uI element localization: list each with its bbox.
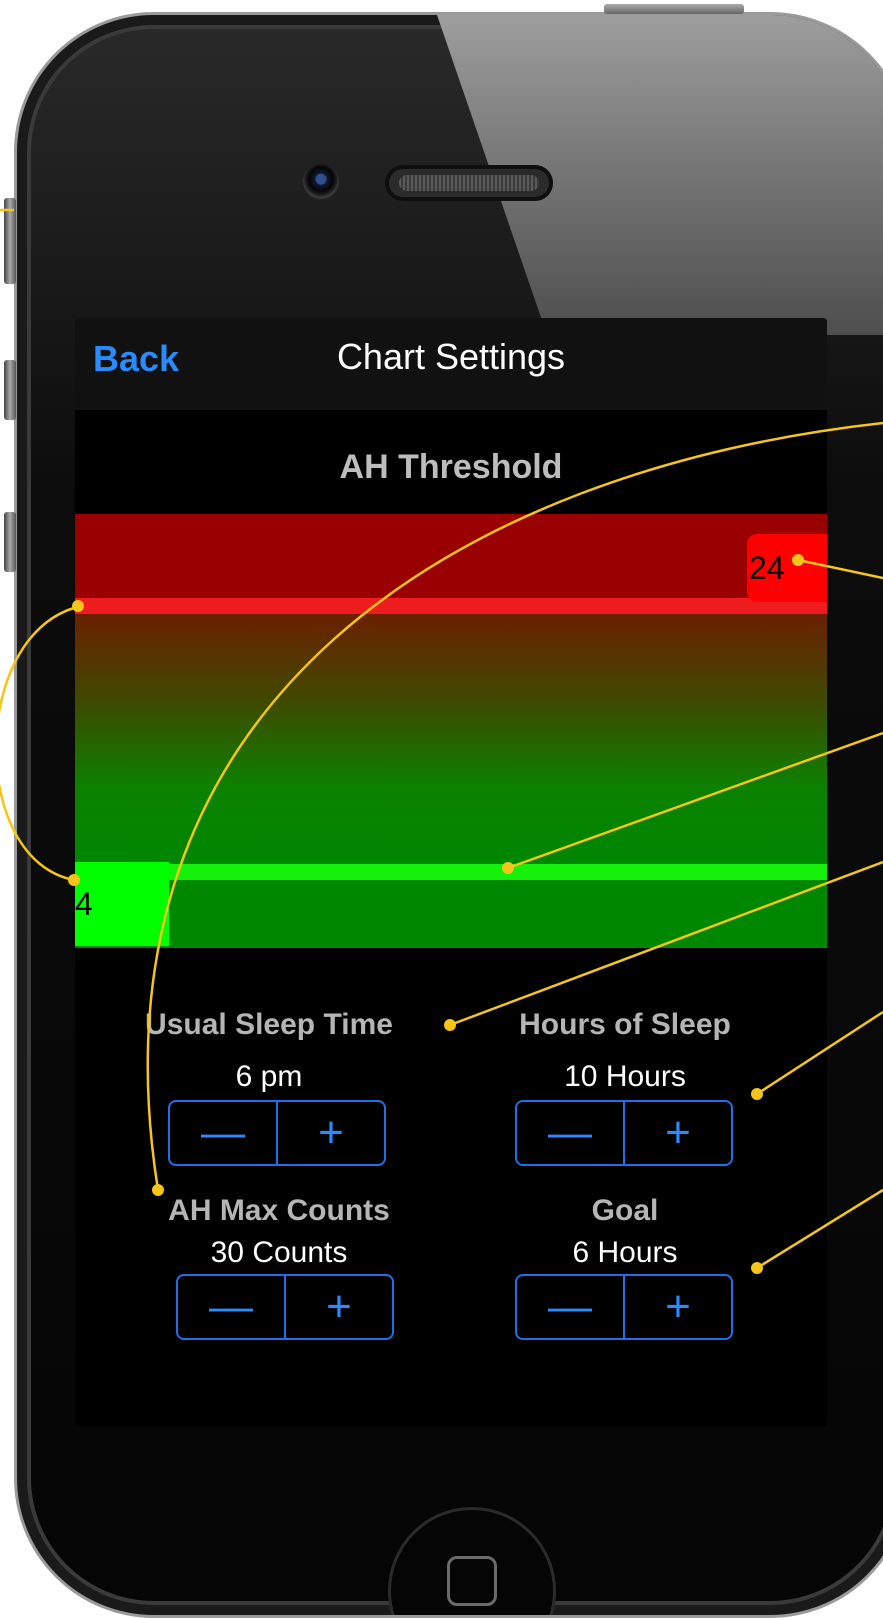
danger-zone [75, 514, 827, 598]
sleep-time-value: 6 pm [235, 1060, 303, 1093]
hours-sleep-label: Hours of Sleep [519, 1008, 731, 1041]
goal-value: 6 Hours [572, 1236, 678, 1269]
lower-threshold-handle[interactable] [75, 864, 827, 880]
safe-zone [75, 880, 827, 948]
app-screen: Back Chart Settings AH Threshold 24 4 Us… [75, 318, 827, 1426]
goal-decrement-button[interactable]: — [517, 1276, 623, 1338]
sleep-time-label: Usual Sleep Time [145, 1008, 393, 1041]
max-counts-increment-button[interactable]: + [284, 1276, 392, 1338]
volume-down-button [4, 512, 16, 572]
hours-sleep-stepper[interactable]: — + [515, 1100, 733, 1166]
max-counts-decrement-button[interactable]: — [178, 1276, 284, 1338]
max-counts-stepper[interactable]: — + [176, 1274, 394, 1340]
transition-zone [75, 614, 827, 864]
upper-threshold-handle[interactable] [75, 598, 827, 614]
hours-sleep-value: 10 Hours [564, 1060, 686, 1093]
goal-increment-button[interactable]: + [623, 1276, 731, 1338]
threshold-chart: 24 4 [75, 514, 827, 948]
goal-label: Goal [591, 1194, 659, 1227]
navigation-bar: Back Chart Settings [75, 318, 827, 410]
max-counts-label: AH Max Counts [168, 1194, 390, 1227]
home-button-icon[interactable] [388, 1507, 556, 1615]
mute-switch [4, 198, 16, 284]
power-button [604, 4, 744, 14]
goal-stepper[interactable]: — + [515, 1274, 733, 1340]
page-title: Chart Settings [336, 336, 566, 377]
front-camera-icon [303, 163, 339, 199]
upper-threshold-value: 24 [747, 534, 827, 602]
sleep-time-increment-button[interactable]: + [276, 1102, 384, 1164]
max-counts-value: 30 Counts [210, 1236, 348, 1269]
volume-up-button [4, 360, 16, 420]
hours-sleep-increment-button[interactable]: + [623, 1102, 731, 1164]
threshold-title: AH Threshold [339, 448, 563, 486]
sleep-time-decrement-button[interactable]: — [170, 1102, 276, 1164]
sleep-time-stepper[interactable]: — + [168, 1100, 386, 1166]
hours-sleep-decrement-button[interactable]: — [517, 1102, 623, 1164]
earpiece-speaker [385, 165, 553, 201]
lower-threshold-value: 4 [75, 862, 169, 946]
